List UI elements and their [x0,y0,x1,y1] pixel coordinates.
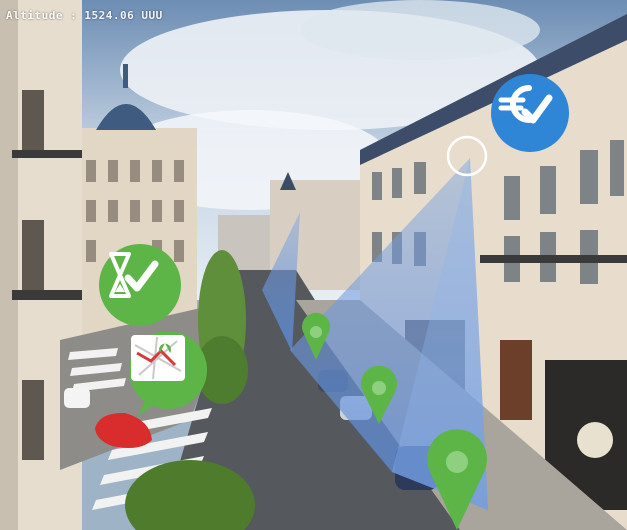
altitude-readout: Altitude : 1524.06 UUU [6,9,163,22]
euro-check-badge[interactable] [491,74,569,152]
cloud [300,0,540,60]
time-check-badge[interactable] [99,244,181,326]
balcony [12,290,82,300]
far-left-windows [22,90,44,460]
dome-spire [123,64,128,88]
map-route-icon [131,335,185,381]
euro-check-icon [498,85,553,124]
shop-display [577,422,613,458]
right-balcony [480,255,627,263]
shop-front [500,340,532,420]
map-route-badge[interactable] [129,331,207,409]
far-left-building-shade [0,0,18,530]
street-view-scene: Altitude : 1524.06 UUU [0,0,627,530]
parked-car [64,388,90,408]
hourglass-check-icon [109,252,159,298]
balcony [12,150,82,158]
